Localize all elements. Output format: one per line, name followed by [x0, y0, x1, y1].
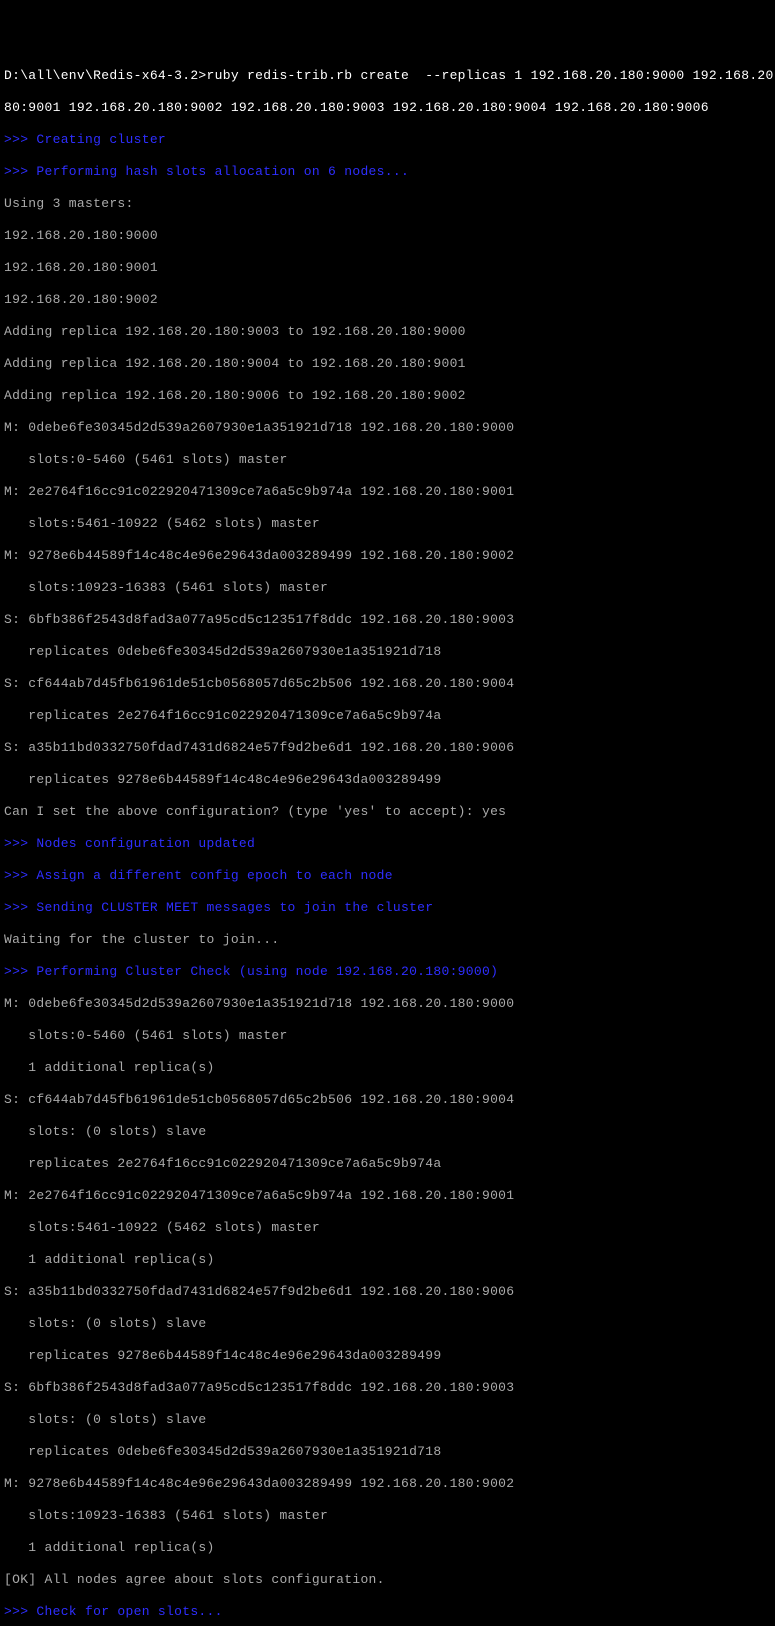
- plan-10: S: a35b11bd0332750fdad7431d6824e57f9d2be…: [4, 740, 771, 756]
- plan-11: replicates 9278e6b44589f14c48c4e96e29643…: [4, 772, 771, 788]
- plan-6: S: 6bfb386f2543d8fad3a077a95cd5c123517f8…: [4, 612, 771, 628]
- check-11: replicates 9278e6b44589f14c48c4e96e29643…: [4, 1348, 771, 1364]
- updated: >>> Nodes configuration updated: [4, 836, 771, 852]
- stage-hash: >>> Performing hash slots allocation on …: [4, 164, 771, 180]
- master-1: 192.168.20.180:9001: [4, 260, 771, 276]
- cmd: ruby redis-trib.rb create --replicas 1 1…: [207, 68, 775, 83]
- check-13: slots: (0 slots) slave: [4, 1412, 771, 1428]
- check-2: 1 additional replica(s): [4, 1060, 771, 1076]
- plan-1: slots:0-5460 (5461 slots) master: [4, 452, 771, 468]
- plan-4: M: 9278e6b44589f14c48c4e96e29643da003289…: [4, 548, 771, 564]
- using-masters: Using 3 masters:: [4, 196, 771, 212]
- plan-8: S: cf644ab7d45fb61961de51cb0568057d65c2b…: [4, 676, 771, 692]
- check-1: slots:0-5460 (5461 slots) master: [4, 1028, 771, 1044]
- check-5: replicates 2e2764f16cc91c022920471309ce7…: [4, 1156, 771, 1172]
- check-4: slots: (0 slots) slave: [4, 1124, 771, 1140]
- check-3: S: cf644ab7d45fb61961de51cb0568057d65c2b…: [4, 1092, 771, 1108]
- check-12: S: 6bfb386f2543d8fad3a077a95cd5c123517f8…: [4, 1380, 771, 1396]
- plan-7: replicates 0debe6fe30345d2d539a2607930e1…: [4, 644, 771, 660]
- check-16: slots:10923-16383 (5461 slots) master: [4, 1508, 771, 1524]
- prompt-line[interactable]: D:\all\env\Redis-x64-3.2>ruby redis-trib…: [4, 68, 771, 84]
- master-2: 192.168.20.180:9002: [4, 292, 771, 308]
- check-15: M: 9278e6b44589f14c48c4e96e29643da003289…: [4, 1476, 771, 1492]
- stage-creating: >>> Creating cluster: [4, 132, 771, 148]
- check-0: M: 0debe6fe30345d2d539a2607930e1a351921d…: [4, 996, 771, 1012]
- check-9: S: a35b11bd0332750fdad7431d6824e57f9d2be…: [4, 1284, 771, 1300]
- plan-5: slots:10923-16383 (5461 slots) master: [4, 580, 771, 596]
- meet: >>> Sending CLUSTER MEET messages to joi…: [4, 900, 771, 916]
- check-14: replicates 0debe6fe30345d2d539a2607930e1…: [4, 1444, 771, 1460]
- check-6: M: 2e2764f16cc91c022920471309ce7a6a5c9b9…: [4, 1188, 771, 1204]
- plan-2: M: 2e2764f16cc91c022920471309ce7a6a5c9b9…: [4, 484, 771, 500]
- confirm[interactable]: Can I set the above configuration? (type…: [4, 804, 771, 820]
- check: >>> Performing Cluster Check (using node…: [4, 964, 771, 980]
- open-slots: >>> Check for open slots...: [4, 1604, 771, 1620]
- waiting: Waiting for the cluster to join...: [4, 932, 771, 948]
- master-0: 192.168.20.180:9000: [4, 228, 771, 244]
- prompt-path: D:\all\env\Redis-x64-3.2>: [4, 68, 207, 83]
- check-8: 1 additional replica(s): [4, 1252, 771, 1268]
- cmd-cont: 80:9001 192.168.20.180:9002 192.168.20.1…: [4, 100, 771, 116]
- add-replica-2: Adding replica 192.168.20.180:9006 to 19…: [4, 388, 771, 404]
- check-17: 1 additional replica(s): [4, 1540, 771, 1556]
- ok-line: [OK] All nodes agree about slots configu…: [4, 1572, 771, 1588]
- add-replica-0: Adding replica 192.168.20.180:9003 to 19…: [4, 324, 771, 340]
- epoch: >>> Assign a different config epoch to e…: [4, 868, 771, 884]
- check-7: slots:5461-10922 (5462 slots) master: [4, 1220, 771, 1236]
- plan-3: slots:5461-10922 (5462 slots) master: [4, 516, 771, 532]
- plan-9: replicates 2e2764f16cc91c022920471309ce7…: [4, 708, 771, 724]
- plan-0: M: 0debe6fe30345d2d539a2607930e1a351921d…: [4, 420, 771, 436]
- add-replica-1: Adding replica 192.168.20.180:9004 to 19…: [4, 356, 771, 372]
- check-10: slots: (0 slots) slave: [4, 1316, 771, 1332]
